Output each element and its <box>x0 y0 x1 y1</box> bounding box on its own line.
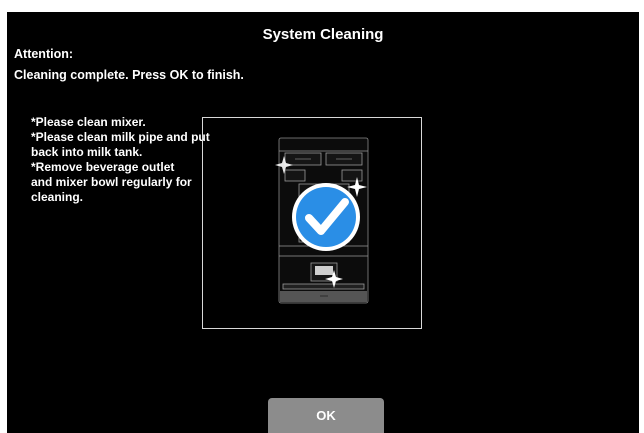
coffee-machine-illustration <box>275 137 369 304</box>
ok-button[interactable]: OK <box>268 398 384 433</box>
instruction-line: *Remove beverage outlet <box>31 160 175 174</box>
instruction-line: cleaning. <box>31 190 84 204</box>
attention-text: Cleaning complete. Press OK to finish. <box>14 68 244 82</box>
attention-message: Attention: Cleaning complete. Press OK t… <box>14 44 244 86</box>
illustration-frame <box>202 117 422 329</box>
attention-heading: Attention: <box>14 47 74 61</box>
instruction-line: and mixer bowl regularly for <box>31 175 192 189</box>
page-title: System Cleaning <box>262 26 384 43</box>
instruction-line: *Please clean milk pipe and put <box>31 130 210 144</box>
cleaning-instructions: *Please clean mixer. *Please clean milk … <box>31 115 210 205</box>
checkmark-circle-icon <box>292 183 360 251</box>
checkmark-fill <box>296 187 356 247</box>
cleaning-screen: System Cleaning Attention: Cleaning comp… <box>7 12 639 433</box>
instruction-line: back into milk tank. <box>31 145 143 159</box>
instruction-line: *Please clean mixer. <box>31 115 146 129</box>
